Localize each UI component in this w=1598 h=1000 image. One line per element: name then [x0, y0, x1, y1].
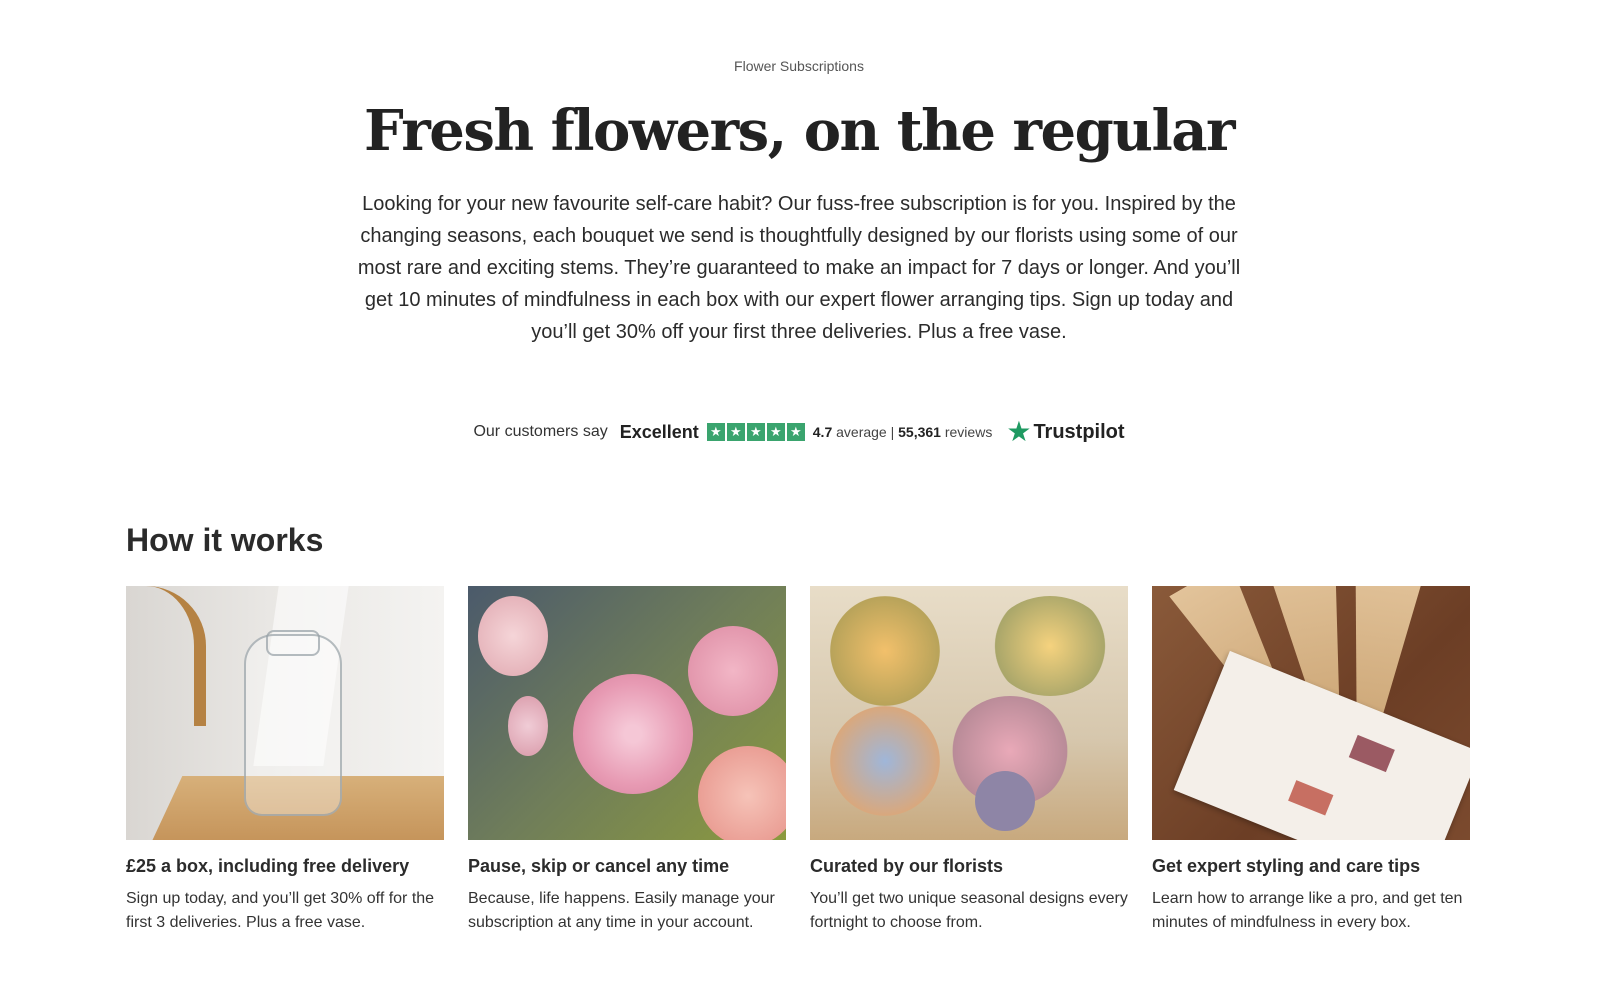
star-icon: ★: [706, 423, 725, 441]
vase-image: [126, 586, 444, 840]
trustpilot-star-icon: ★: [1006, 416, 1032, 447]
trustpilot-meta: 4.7 average | 55,361 reviews: [813, 424, 993, 440]
star-icon: ★: [726, 423, 745, 441]
trustpilot-lead: Our customers say: [473, 423, 608, 440]
star-icon: ★: [766, 423, 785, 441]
card-text: Sign up today, and you’ll get 30% off fo…: [126, 890, 435, 931]
trustpilot-brand: Trustpilot: [1033, 420, 1125, 443]
reviews-label: reviews: [944, 424, 993, 440]
card-title: Get expert styling and care tips: [1152, 856, 1421, 876]
trustpilot-logo[interactable]: ★ Trustpilot: [1006, 418, 1124, 446]
flowers-image: [468, 586, 786, 840]
average-label: average: [836, 424, 887, 440]
star-icon: ★: [746, 423, 765, 441]
card-curation: Curated by our florists You’ll get two u…: [810, 586, 1128, 935]
card-title: Pause, skip or cancel any time: [468, 856, 730, 876]
card-text: Learn how to arrange like a pro, and get…: [1152, 890, 1463, 931]
rating-stars: ★ ★ ★ ★ ★: [706, 423, 805, 441]
card-title: Curated by our florists: [810, 856, 1004, 876]
average-score: 4.7: [812, 424, 833, 440]
card-tips: Get expert styling and care tips Learn h…: [1152, 586, 1470, 935]
florist-arrangements-image: [810, 586, 1128, 840]
card-text: Because, life happens. Easily manage you…: [468, 890, 775, 931]
intro-paragraph: Looking for your new favourite self-care…: [357, 193, 1241, 343]
trustpilot-widget[interactable]: Our customers say Excellent ★ ★ ★ ★ ★ 4.…: [0, 418, 1598, 446]
card-text: You’ll get two unique seasonal designs e…: [810, 890, 1128, 931]
trustpilot-rating-word: Excellent: [619, 421, 699, 442]
how-it-works-cards: £25 a box, including free delivery Sign …: [126, 586, 1470, 935]
eyebrow-label: Flower Subscriptions: [734, 58, 864, 74]
card-flexibility: Pause, skip or cancel any time Because, …: [468, 586, 786, 935]
page-title: Fresh flowers, on the regular: [363, 98, 1236, 164]
card-title: £25 a box, including free delivery: [126, 856, 410, 876]
card-pricing: £25 a box, including free delivery Sign …: [126, 586, 444, 935]
meta-separator: |: [890, 424, 895, 440]
how-it-works-title: How it works: [126, 522, 324, 558]
reviews-count: 55,361: [898, 424, 941, 440]
star-icon: ★: [786, 423, 805, 441]
care-booklet-image: [1152, 586, 1470, 840]
